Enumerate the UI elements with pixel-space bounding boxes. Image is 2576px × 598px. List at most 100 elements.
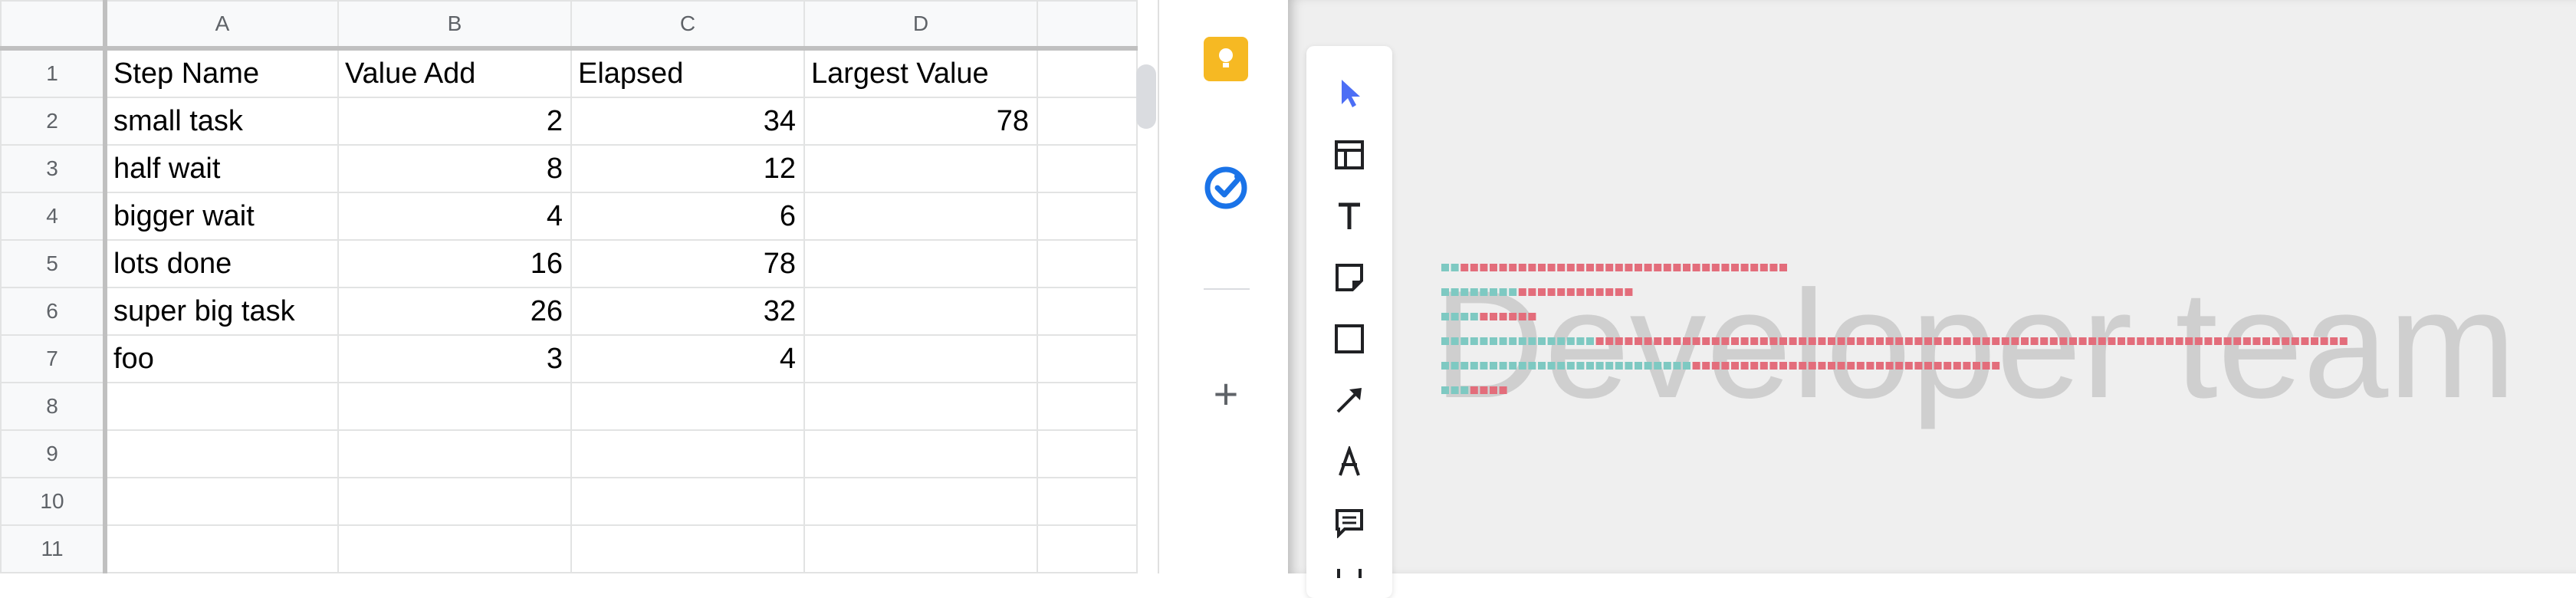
wait-square <box>2146 337 2154 345</box>
wait-square <box>1740 362 1749 370</box>
wait-square <box>2001 337 2009 345</box>
wait-square <box>1828 362 1835 370</box>
wait-square <box>1528 288 1536 296</box>
wait-square <box>1673 264 1681 271</box>
value-add-square <box>1595 362 1604 370</box>
value-add-square <box>1451 264 1459 271</box>
wait-square <box>1490 264 1497 271</box>
value-add-square <box>1528 362 1536 370</box>
wait-square <box>1973 362 1980 370</box>
wait-square <box>2166 337 2174 345</box>
wait-square <box>2320 337 2328 345</box>
wait-square <box>1470 264 1478 271</box>
value-add-square <box>1451 313 1459 320</box>
wait-square <box>1518 264 1526 271</box>
wait-square <box>2252 337 2261 345</box>
wait-square <box>1895 337 1904 345</box>
wait-square <box>1547 288 1556 296</box>
select-tool-icon[interactable] <box>1329 74 1369 113</box>
wait-square <box>1644 337 1652 345</box>
wait-square <box>1654 337 1662 345</box>
value-add-square <box>1441 386 1449 394</box>
value-add-square <box>1460 362 1469 370</box>
wait-square <box>1490 386 1497 394</box>
value-add-square <box>1451 337 1459 345</box>
wait-square <box>1740 337 1749 345</box>
wait-square <box>2214 337 2222 345</box>
value-add-square <box>1460 386 1469 394</box>
wait-square <box>2108 337 2116 345</box>
wait-square <box>1673 337 1681 345</box>
wait-square <box>1595 264 1604 271</box>
wait-square <box>1692 264 1700 271</box>
wait-square <box>1789 362 1797 370</box>
wait-square <box>1808 362 1816 370</box>
value-add-square <box>1683 362 1691 370</box>
value-add-square <box>1499 362 1507 370</box>
wait-square <box>1973 337 1980 345</box>
wait-square <box>1509 313 1517 320</box>
value-add-square <box>1576 337 1585 345</box>
wait-square <box>1837 337 1845 345</box>
value-add-square <box>1673 362 1681 370</box>
wait-square <box>1847 337 1855 345</box>
wait-square <box>1692 337 1700 345</box>
wait-square <box>1499 386 1507 394</box>
text-tool-icon[interactable] <box>1329 196 1369 236</box>
value-add-square <box>1509 362 1517 370</box>
value-add-square <box>1625 362 1633 370</box>
frame-tool-icon[interactable] <box>1329 135 1369 175</box>
value-add-square <box>1499 288 1507 296</box>
wait-square <box>2185 337 2193 345</box>
wait-square <box>1595 337 1604 345</box>
pen-tool-icon[interactable] <box>1329 442 1369 481</box>
wait-square <box>2223 337 2232 345</box>
value-add-square <box>1518 337 1526 345</box>
value-add-square <box>1480 288 1488 296</box>
wait-square <box>1547 264 1556 271</box>
wait-square <box>1876 337 1884 345</box>
wait-square <box>1750 264 1759 271</box>
wait-square <box>1538 264 1546 271</box>
wait-square <box>1480 313 1488 320</box>
wait-square <box>1904 362 1913 370</box>
wait-square <box>1635 337 1642 345</box>
arrow-tool-icon[interactable] <box>1329 380 1369 420</box>
wait-square <box>1711 264 1720 271</box>
wait-square <box>2339 337 2348 345</box>
wait-square <box>2156 337 2164 345</box>
wait-square <box>1779 337 1787 345</box>
shape-tool-icon[interactable] <box>1329 319 1369 359</box>
value-add-square <box>1451 362 1459 370</box>
wait-square <box>1731 264 1739 271</box>
value-add-square <box>1528 337 1536 345</box>
wait-square <box>1982 362 1990 370</box>
value-add-square <box>1490 362 1497 370</box>
wait-square <box>2233 337 2242 345</box>
wait-square <box>1518 288 1526 296</box>
value-add-square <box>1460 313 1469 320</box>
wait-square <box>1866 337 1875 345</box>
wait-square <box>1818 362 1826 370</box>
wait-square <box>1924 337 1932 345</box>
wait-square <box>2311 337 2318 345</box>
value-add-square <box>1566 362 1575 370</box>
wait-square <box>1625 264 1633 271</box>
wait-square <box>1856 337 1865 345</box>
comment-tool-icon[interactable] <box>1329 503 1369 543</box>
wait-square <box>1963 337 1971 345</box>
wait-square <box>1731 337 1739 345</box>
wait-square <box>1837 362 1845 370</box>
wait-square <box>1586 264 1594 271</box>
wait-square <box>1615 337 1623 345</box>
wait-square <box>1876 362 1884 370</box>
wait-square <box>1615 264 1623 271</box>
wait-square <box>2049 337 2058 345</box>
sticky-note-tool-icon[interactable] <box>1329 258 1369 297</box>
value-add-square <box>1470 313 1478 320</box>
value-add-square <box>1635 362 1642 370</box>
wait-square <box>1721 362 1730 370</box>
more-tool-icon[interactable] <box>1329 558 1369 598</box>
wait-square <box>1557 264 1566 271</box>
wait-square <box>1605 288 1614 296</box>
